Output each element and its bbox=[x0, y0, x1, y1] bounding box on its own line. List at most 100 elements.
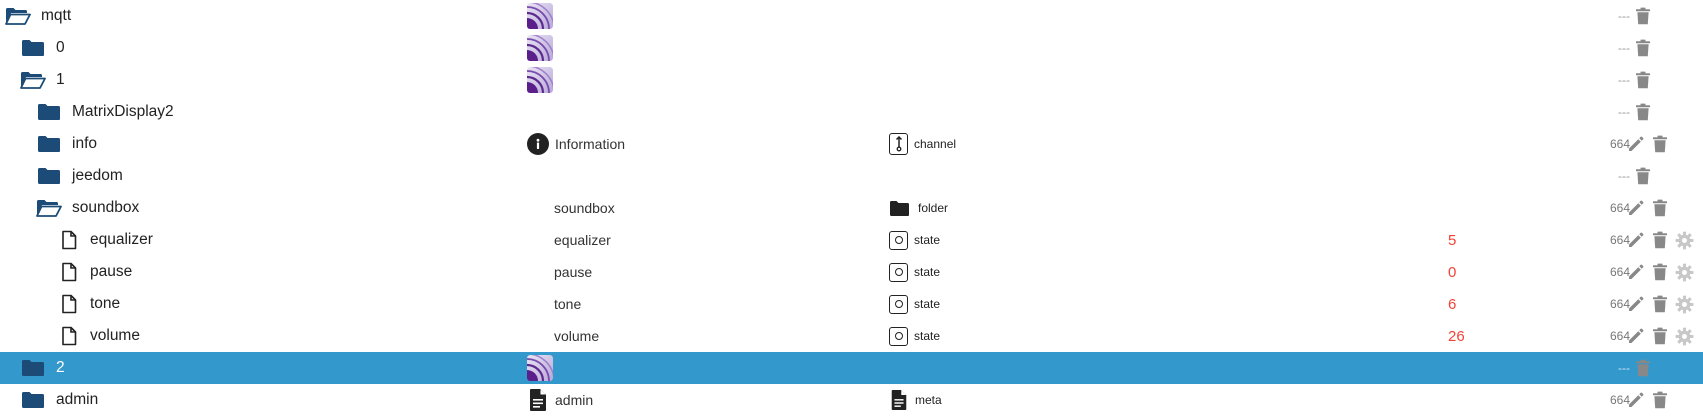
tree-row-name: MatrixDisplay2 bbox=[36, 96, 174, 128]
delete-icon[interactable] bbox=[1649, 229, 1671, 251]
delete-icon[interactable] bbox=[1649, 261, 1671, 283]
tree-row-info[interactable]: info Information channel 664 bbox=[0, 128, 1703, 160]
delete-icon[interactable] bbox=[1649, 389, 1671, 411]
type-text: state bbox=[914, 329, 941, 343]
folder-icon[interactable] bbox=[36, 101, 62, 123]
edit-icon[interactable] bbox=[1625, 325, 1647, 347]
role-text: admin bbox=[555, 392, 594, 408]
tree-row-name: info bbox=[36, 128, 97, 160]
delete-icon[interactable] bbox=[1632, 165, 1654, 187]
acl-cell: --- bbox=[1600, 96, 1630, 128]
acl-cell: --- bbox=[1600, 352, 1630, 384]
actions-cell bbox=[1632, 96, 1656, 128]
folder-icon[interactable] bbox=[36, 133, 62, 155]
role-text: Information bbox=[555, 136, 626, 152]
actions-cell bbox=[1632, 0, 1656, 32]
delete-icon[interactable] bbox=[1649, 293, 1671, 315]
folder-open-icon[interactable] bbox=[5, 5, 31, 27]
edit-icon[interactable] bbox=[1625, 389, 1647, 411]
row-name: soundbox bbox=[72, 199, 140, 216]
acl-text: --- bbox=[1618, 105, 1630, 119]
delete-icon[interactable] bbox=[1649, 325, 1671, 347]
value-cell[interactable]: 6 bbox=[1448, 288, 1456, 320]
delete-icon[interactable] bbox=[1632, 69, 1654, 91]
role-text: pause bbox=[554, 264, 593, 280]
value-cell[interactable]: 26 bbox=[1448, 320, 1465, 352]
edit-icon[interactable] bbox=[1625, 229, 1647, 251]
settings-icon[interactable] bbox=[1673, 325, 1695, 347]
tree-row-soundbox[interactable]: soundbox soundbox folder 664 bbox=[0, 192, 1703, 224]
edit-icon[interactable] bbox=[1625, 261, 1647, 283]
row-name: tone bbox=[90, 295, 121, 312]
tree-row-name: 0 bbox=[20, 32, 65, 64]
folder-icon[interactable] bbox=[20, 389, 46, 411]
settings-icon[interactable] bbox=[1673, 229, 1695, 251]
tree-row-1[interactable]: 1 --- bbox=[0, 64, 1703, 96]
actions-cell bbox=[1625, 224, 1697, 256]
row-name: 2 bbox=[56, 359, 65, 376]
tree-row-name: 2 bbox=[20, 352, 65, 384]
acl-text: --- bbox=[1618, 361, 1630, 375]
tree-row-name: admin bbox=[20, 384, 98, 416]
folder-icon[interactable] bbox=[20, 357, 46, 379]
delete-icon[interactable] bbox=[1632, 5, 1654, 27]
role-cell bbox=[527, 64, 553, 96]
tree-row-admin[interactable]: admin admin meta 664 bbox=[0, 384, 1703, 416]
tree-row-volume[interactable]: volume volume state 26 664 bbox=[0, 320, 1703, 352]
edit-icon[interactable] bbox=[1625, 197, 1647, 219]
channel-icon bbox=[889, 133, 908, 155]
row-name: MatrixDisplay2 bbox=[72, 103, 174, 120]
delete-icon[interactable] bbox=[1632, 37, 1654, 59]
type-text: state bbox=[914, 297, 941, 311]
object-tree: mqtt --- 0 --- 1 --- MatrixDisplay2 --- bbox=[0, 0, 1703, 416]
tree-row-name: pause bbox=[56, 256, 132, 288]
acl-text: --- bbox=[1618, 41, 1630, 55]
tree-row-matrixdisplay2[interactable]: MatrixDisplay2 --- bbox=[0, 96, 1703, 128]
role-text: volume bbox=[554, 328, 600, 344]
folder-open-icon[interactable] bbox=[20, 69, 46, 91]
row-name: 1 bbox=[56, 71, 65, 88]
file-icon bbox=[56, 229, 82, 251]
settings-icon[interactable] bbox=[1673, 293, 1695, 315]
row-name: mqtt bbox=[41, 7, 72, 24]
edit-icon[interactable] bbox=[1625, 293, 1647, 315]
folder-icon[interactable] bbox=[36, 165, 62, 187]
actions-cell bbox=[1632, 160, 1656, 192]
acl-text: --- bbox=[1618, 73, 1630, 87]
tree-row-name: 1 bbox=[20, 64, 65, 96]
value-cell[interactable]: 0 bbox=[1448, 256, 1456, 288]
row-name: volume bbox=[90, 327, 140, 344]
tree-row-pause[interactable]: pause pause state 0 664 bbox=[0, 256, 1703, 288]
actions-cell bbox=[1625, 288, 1697, 320]
type-cell: channel bbox=[889, 128, 956, 160]
type-cell: state bbox=[889, 256, 940, 288]
tree-row-mqtt[interactable]: mqtt --- bbox=[0, 0, 1703, 32]
delete-icon[interactable] bbox=[1632, 101, 1654, 123]
value-text: 0 bbox=[1448, 263, 1457, 281]
row-name: equalizer bbox=[90, 231, 153, 248]
folder-open-icon[interactable] bbox=[36, 197, 62, 219]
file-icon bbox=[56, 293, 82, 315]
tree-row-2[interactable]: 2 --- bbox=[0, 352, 1703, 384]
mqtt-adapter-logo bbox=[527, 35, 553, 61]
type-text: folder bbox=[918, 201, 949, 215]
role-cell bbox=[527, 32, 553, 64]
tree-row-0[interactable]: 0 --- bbox=[0, 32, 1703, 64]
meta-file-icon bbox=[527, 388, 549, 412]
settings-icon[interactable] bbox=[1673, 261, 1695, 283]
delete-icon[interactable] bbox=[1649, 133, 1671, 155]
tree-row-jeedom[interactable]: jeedom --- bbox=[0, 160, 1703, 192]
delete-icon[interactable] bbox=[1649, 197, 1671, 219]
file-icon bbox=[56, 325, 82, 347]
tree-row-equalizer[interactable]: equalizer equalizer state 5 664 bbox=[0, 224, 1703, 256]
role-text: equalizer bbox=[554, 232, 611, 248]
tree-row-tone[interactable]: tone tone state 6 664 bbox=[0, 288, 1703, 320]
tree-row-name: soundbox bbox=[36, 192, 139, 224]
edit-icon[interactable] bbox=[1625, 133, 1647, 155]
actions-cell bbox=[1632, 64, 1656, 96]
type-text: meta bbox=[915, 393, 942, 407]
folder-icon[interactable] bbox=[20, 37, 46, 59]
delete-icon[interactable] bbox=[1632, 357, 1654, 379]
row-name: admin bbox=[56, 391, 99, 408]
value-cell[interactable]: 5 bbox=[1448, 224, 1456, 256]
